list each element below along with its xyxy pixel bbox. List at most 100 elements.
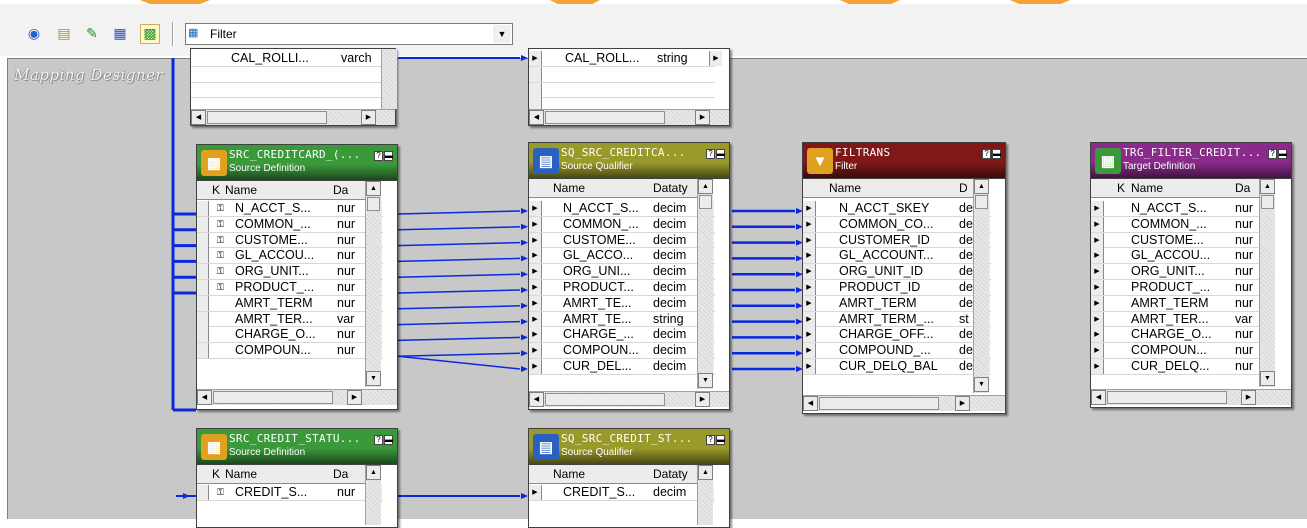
scroll-thumb[interactable]	[367, 197, 380, 211]
table-row[interactable]: ▶ CUSTOME... nur	[1091, 232, 1259, 249]
box-header[interactable]: ▤ SQ_SRC_CREDITCA... Source Qualifier ? ▬	[529, 143, 729, 179]
table-row[interactable]: ▶COMPOUND_...de▶	[803, 343, 991, 359]
scroll-left-button[interactable]: ◀	[191, 110, 206, 125]
table-row[interactable]: ▶N_ACCT_S...decim▶	[529, 201, 715, 217]
scroll-down-button[interactable]: ▼	[974, 377, 989, 392]
minimize-icon[interactable]: ▬	[716, 149, 725, 159]
edit-icon[interactable]: ?	[982, 149, 991, 159]
port-link[interactable]	[397, 226, 521, 231]
scroll-left-button[interactable]: ◀	[1091, 390, 1106, 405]
minimize-icon[interactable]: ▬	[1278, 149, 1287, 159]
table-row[interactable]: ▶PRODUCT_IDde▶	[803, 279, 991, 296]
horizontal-scrollbar[interactable]: ◀ ▶	[803, 395, 1005, 411]
row-selector[interactable]	[197, 201, 209, 216]
box-header[interactable]: ▦ SRC_CREDIT_STATU... Source Definition …	[197, 429, 397, 465]
vertical-scrollbar[interactable]: ▲ ▼	[1259, 179, 1275, 387]
table-row[interactable]: ▶CUSTOME...decim▶	[529, 232, 715, 249]
edit-icon[interactable]: ?	[374, 151, 383, 161]
port-link[interactable]	[397, 210, 521, 215]
table-row[interactable]: ▶PRODUCT...decim▶	[529, 279, 715, 296]
transformation-box-sq-partial[interactable]: ▶ CAL_ROLL... string ▶ ◀ ▶	[528, 48, 730, 126]
table-row[interactable]: ▶ CAL_ROLL... string ▶	[529, 51, 722, 67]
scroll-thumb[interactable]	[699, 195, 712, 209]
table-row[interactable]: ▶CUR_DELQ_BALde▶	[803, 358, 991, 375]
row-selector[interactable]	[197, 343, 209, 359]
table-row[interactable]: ▶GL_ACCOUNT...de▶	[803, 248, 991, 265]
scroll-thumb[interactable]	[819, 397, 939, 410]
minimize-icon[interactable]: ▬	[384, 435, 393, 445]
scroll-left-button[interactable]: ◀	[529, 392, 544, 407]
transformation-box-src-credit-status[interactable]: ▦ SRC_CREDIT_STATU... Source Definition …	[196, 428, 398, 528]
scroll-left-button[interactable]: ◀	[529, 110, 544, 125]
port-link[interactable]	[397, 241, 521, 247]
vertical-scrollbar[interactable]: ▲ ▼	[697, 179, 713, 389]
scroll-left-button[interactable]: ◀	[803, 396, 818, 411]
horizontal-scrollbar[interactable]: ◀ ▶	[191, 109, 395, 125]
edit-icon[interactable]: ?	[706, 435, 715, 445]
scroll-right-button[interactable]: ▶	[347, 390, 362, 405]
table-row[interactable]: ▶ GL_ACCOU... nur	[1091, 248, 1259, 265]
scroll-down-button[interactable]: ▼	[366, 371, 381, 386]
transformation-box-src-partial[interactable]: CAL_ROLLI... varch ◀ ▶	[190, 48, 397, 126]
table-row[interactable]: ▶COMMON_CO...de▶	[803, 216, 991, 233]
transformation-box-sq-creditcard[interactable]: ▤ SQ_SRC_CREDITCA... Source Qualifier ? ▬…	[528, 142, 730, 410]
scroll-down-button[interactable]: ▼	[1260, 371, 1275, 386]
port-link[interactable]	[397, 273, 521, 278]
scroll-up-button[interactable]: ▲	[1260, 179, 1275, 194]
table-row[interactable]: ▶ PRODUCT_... nur	[1091, 279, 1259, 296]
scroll-thumb[interactable]	[207, 111, 327, 124]
table-row[interactable]: ▶ORG_UNIT_IDde▶	[803, 264, 991, 280]
table-row[interactable]: ▶AMRT_TE...string▶	[529, 311, 715, 328]
row-selector[interactable]	[197, 232, 209, 248]
transformation-box-src-creditcard[interactable]: ▦ SRC_CREDITCARD_(... Source Definition …	[196, 144, 398, 410]
scroll-up-button[interactable]: ▲	[366, 181, 381, 196]
table-row[interactable]: ▶ AMRT_TERM nur	[1091, 295, 1259, 312]
edit-icon[interactable]: ?	[374, 435, 383, 445]
port-link[interactable]	[397, 355, 521, 370]
table-row[interactable]: ▶CUR_DEL...decim▶	[529, 358, 715, 375]
table-row[interactable]: ▶GL_ACCO...decim▶	[529, 248, 715, 265]
table-row[interactable]: ▶COMMON_...decim▶	[529, 216, 715, 233]
table-row[interactable]: ▶ AMRT_TER... var	[1091, 311, 1259, 328]
table-row[interactable]: CHARGE_O...nur▶	[197, 327, 383, 344]
scroll-thumb[interactable]	[1261, 195, 1274, 209]
horizontal-scrollbar[interactable]: ◀ ▶	[529, 109, 729, 125]
transformation-box-filtrans[interactable]: ▼ FILTRANS Filter ? ▬ Name D ▶ N_ACCT_SKEY…	[802, 142, 1006, 414]
vertical-scrollbar[interactable]: ▲ ▼	[973, 179, 989, 393]
scroll-up-button[interactable]: ▲	[698, 465, 713, 480]
row-selector[interactable]	[197, 327, 209, 343]
port-link[interactable]	[397, 257, 521, 263]
row-selector[interactable]	[197, 216, 209, 232]
scroll-right-button[interactable]: ▶	[695, 110, 710, 125]
scroll-thumb[interactable]	[1107, 391, 1227, 404]
row-selector[interactable]	[197, 295, 209, 311]
horizontal-scrollbar[interactable]: ◀ ▶	[197, 389, 397, 405]
table-row[interactable]: ▶ORG_UNI...decim▶	[529, 264, 715, 280]
table-row[interactable]: AMRT_TERMnur▶	[197, 295, 383, 312]
scroll-up-button[interactable]: ▲	[974, 179, 989, 194]
table-row[interactable]: ▶ COMMON_... nur	[1091, 216, 1259, 233]
scroll-down-button[interactable]: ▼	[698, 373, 713, 388]
port-link[interactable]	[397, 289, 521, 294]
transformation-box-sq-credit-status[interactable]: ▤ SQ_SRC_CREDIT_ST... Source Qualifier ?…	[528, 428, 730, 528]
box-header[interactable]: ▼ FILTRANS Filter ? ▬	[803, 143, 1005, 179]
scroll-right-button[interactable]: ▶	[955, 396, 970, 411]
row-selector[interactable]	[197, 264, 209, 280]
minimize-icon[interactable]: ▬	[384, 151, 393, 161]
scroll-left-button[interactable]: ◀	[197, 390, 212, 405]
scroll-thumb[interactable]	[545, 111, 665, 124]
table-row[interactable]: ▶AMRT_TERMde▶	[803, 295, 991, 312]
box-header[interactable]: ▦ TRG_FILTER_CREDIT... Target Definition…	[1091, 143, 1291, 179]
minimize-icon[interactable]: ▬	[992, 149, 1001, 159]
box-header[interactable]: ▦ SRC_CREDITCARD_(... Source Definition …	[197, 145, 397, 181]
port-link[interactable]	[397, 352, 521, 357]
table-row[interactable]: ⚿N_ACCT_S...nur▶	[197, 201, 383, 217]
scroll-up-button[interactable]: ▲	[366, 465, 381, 480]
table-row[interactable]: ⚿PRODUCT_...nur▶	[197, 279, 383, 296]
edit-icon[interactable]: ?	[706, 149, 715, 159]
table-row[interactable]: ⚿GL_ACCOU...nur▶	[197, 248, 383, 265]
port-link[interactable]	[397, 320, 521, 326]
port-link[interactable]	[397, 336, 521, 342]
table-row[interactable]: ⚿COMMON_...nur▶	[197, 216, 383, 233]
table-row[interactable]: ⚿CREDIT_S...nur▶	[197, 485, 383, 501]
